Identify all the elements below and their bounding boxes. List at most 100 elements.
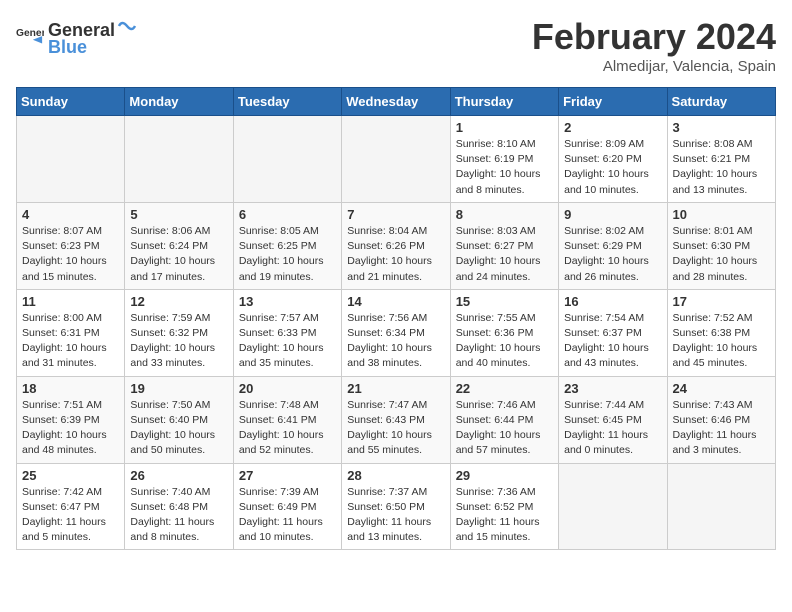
calendar-cell: 23 Sunrise: 7:44 AM Sunset: 6:45 PM Dayli… bbox=[559, 376, 667, 463]
day-info: Sunrise: 7:40 AM Sunset: 6:48 PM Dayligh… bbox=[130, 485, 227, 546]
calendar-week-4: 18Sunrise: 7:51 AM Sunset: 6:39 PM Dayli… bbox=[17, 376, 776, 463]
calendar-cell: 7 Sunrise: 8:04 AM Sunset: 6:26 PM Daylig… bbox=[342, 202, 450, 289]
day-number: 7 bbox=[347, 207, 444, 222]
calendar-cell: 8 Sunrise: 8:03 AM Sunset: 6:27 PM Daylig… bbox=[450, 202, 558, 289]
day-info: Sunrise: 7:56 AM Sunset: 6:34 PM Dayligh… bbox=[347, 311, 444, 372]
calendar-cell: 25Sunrise: 7:42 AM Sunset: 6:47 PM Dayli… bbox=[17, 463, 125, 550]
month-title: February 2024 bbox=[532, 16, 776, 58]
day-number: 4 bbox=[22, 207, 119, 222]
calendar-cell bbox=[667, 463, 775, 550]
calendar-cell bbox=[233, 116, 341, 203]
day-info: Sunrise: 7:47 AM Sunset: 6:43 PM Dayligh… bbox=[347, 398, 444, 459]
weekday-header-saturday: Saturday bbox=[667, 88, 775, 116]
day-number: 28 bbox=[347, 468, 444, 483]
calendar-cell: 27 Sunrise: 7:39 AM Sunset: 6:49 PM Dayli… bbox=[233, 463, 341, 550]
calendar-cell: 6 Sunrise: 8:05 AM Sunset: 6:25 PM Daylig… bbox=[233, 202, 341, 289]
calendar-cell bbox=[125, 116, 233, 203]
day-info: Sunrise: 7:44 AM Sunset: 6:45 PM Dayligh… bbox=[564, 398, 661, 459]
calendar-cell: 18Sunrise: 7:51 AM Sunset: 6:39 PM Dayli… bbox=[17, 376, 125, 463]
day-info: Sunrise: 8:10 AM Sunset: 6:19 PM Dayligh… bbox=[456, 137, 553, 198]
calendar-week-1: 1 Sunrise: 8:10 AM Sunset: 6:19 PM Daylig… bbox=[17, 116, 776, 203]
day-number: 10 bbox=[673, 207, 770, 222]
calendar-cell: 10Sunrise: 8:01 AM Sunset: 6:30 PM Dayli… bbox=[667, 202, 775, 289]
calendar-cell: 2Sunrise: 8:09 AM Sunset: 6:20 PM Daylig… bbox=[559, 116, 667, 203]
day-info: Sunrise: 7:36 AM Sunset: 6:52 PM Dayligh… bbox=[456, 485, 553, 546]
weekday-header-friday: Friday bbox=[559, 88, 667, 116]
calendar-cell bbox=[559, 463, 667, 550]
calendar-cell bbox=[17, 116, 125, 203]
day-number: 24 bbox=[673, 381, 770, 396]
calendar-cell: 28Sunrise: 7:37 AM Sunset: 6:50 PM Dayli… bbox=[342, 463, 450, 550]
calendar-cell: 19 Sunrise: 7:50 AM Sunset: 6:40 PM Dayli… bbox=[125, 376, 233, 463]
day-info: Sunrise: 7:39 AM Sunset: 6:49 PM Dayligh… bbox=[239, 485, 336, 546]
day-info: Sunrise: 7:50 AM Sunset: 6:40 PM Dayligh… bbox=[130, 398, 227, 459]
page-header: General General Blue February 2024 Almed… bbox=[16, 16, 776, 75]
day-number: 26 bbox=[130, 468, 227, 483]
calendar-cell: 20 Sunrise: 7:48 AM Sunset: 6:41 PM Dayli… bbox=[233, 376, 341, 463]
calendar-cell: 5Sunrise: 8:06 AM Sunset: 6:24 PM Daylig… bbox=[125, 202, 233, 289]
calendar-cell: 1 Sunrise: 8:10 AM Sunset: 6:19 PM Daylig… bbox=[450, 116, 558, 203]
calendar-cell: 21 Sunrise: 7:47 AM Sunset: 6:43 PM Dayli… bbox=[342, 376, 450, 463]
day-number: 9 bbox=[564, 207, 661, 222]
day-info: Sunrise: 7:43 AM Sunset: 6:46 PM Dayligh… bbox=[673, 398, 770, 459]
day-number: 1 bbox=[456, 120, 553, 135]
day-info: Sunrise: 8:07 AM Sunset: 6:23 PM Dayligh… bbox=[22, 224, 119, 285]
day-number: 18 bbox=[22, 381, 119, 396]
logo: General General Blue bbox=[16, 16, 139, 58]
calendar-cell: 16 Sunrise: 7:54 AM Sunset: 6:37 PM Dayli… bbox=[559, 289, 667, 376]
day-number: 25 bbox=[22, 468, 119, 483]
day-number: 17 bbox=[673, 294, 770, 309]
weekday-header-sunday: Sunday bbox=[17, 88, 125, 116]
day-number: 29 bbox=[456, 468, 553, 483]
calendar-week-2: 4 Sunrise: 8:07 AM Sunset: 6:23 PM Daylig… bbox=[17, 202, 776, 289]
calendar-week-5: 25Sunrise: 7:42 AM Sunset: 6:47 PM Dayli… bbox=[17, 463, 776, 550]
day-number: 27 bbox=[239, 468, 336, 483]
day-info: Sunrise: 8:05 AM Sunset: 6:25 PM Dayligh… bbox=[239, 224, 336, 285]
calendar-cell: 12 Sunrise: 7:59 AM Sunset: 6:32 PM Dayli… bbox=[125, 289, 233, 376]
weekday-header-tuesday: Tuesday bbox=[233, 88, 341, 116]
calendar-table: SundayMondayTuesdayWednesdayThursdayFrid… bbox=[16, 87, 776, 550]
day-number: 12 bbox=[130, 294, 227, 309]
logo-wave-icon bbox=[117, 16, 137, 36]
day-number: 21 bbox=[347, 381, 444, 396]
day-info: Sunrise: 7:59 AM Sunset: 6:32 PM Dayligh… bbox=[130, 311, 227, 372]
day-number: 11 bbox=[22, 294, 119, 309]
weekday-header-monday: Monday bbox=[125, 88, 233, 116]
day-info: Sunrise: 7:52 AM Sunset: 6:38 PM Dayligh… bbox=[673, 311, 770, 372]
weekday-header-row: SundayMondayTuesdayWednesdayThursdayFrid… bbox=[17, 88, 776, 116]
day-info: Sunrise: 8:09 AM Sunset: 6:20 PM Dayligh… bbox=[564, 137, 661, 198]
day-number: 8 bbox=[456, 207, 553, 222]
day-number: 14 bbox=[347, 294, 444, 309]
calendar-cell: 22Sunrise: 7:46 AM Sunset: 6:44 PM Dayli… bbox=[450, 376, 558, 463]
calendar-cell: 17 Sunrise: 7:52 AM Sunset: 6:38 PM Dayli… bbox=[667, 289, 775, 376]
day-number: 23 bbox=[564, 381, 661, 396]
day-number: 3 bbox=[673, 120, 770, 135]
calendar-cell: 4 Sunrise: 8:07 AM Sunset: 6:23 PM Daylig… bbox=[17, 202, 125, 289]
day-number: 20 bbox=[239, 381, 336, 396]
title-section: February 2024 Almedijar, Valencia, Spain bbox=[532, 16, 776, 75]
calendar-cell: 11Sunrise: 8:00 AM Sunset: 6:31 PM Dayli… bbox=[17, 289, 125, 376]
day-info: Sunrise: 8:03 AM Sunset: 6:27 PM Dayligh… bbox=[456, 224, 553, 285]
day-number: 5 bbox=[130, 207, 227, 222]
calendar-cell bbox=[342, 116, 450, 203]
day-info: Sunrise: 8:02 AM Sunset: 6:29 PM Dayligh… bbox=[564, 224, 661, 285]
calendar-week-3: 11Sunrise: 8:00 AM Sunset: 6:31 PM Dayli… bbox=[17, 289, 776, 376]
day-info: Sunrise: 7:54 AM Sunset: 6:37 PM Dayligh… bbox=[564, 311, 661, 372]
day-info: Sunrise: 8:08 AM Sunset: 6:21 PM Dayligh… bbox=[673, 137, 770, 198]
logo-icon: General bbox=[16, 23, 44, 51]
location-subtitle: Almedijar, Valencia, Spain bbox=[532, 58, 776, 75]
day-number: 15 bbox=[456, 294, 553, 309]
weekday-header-thursday: Thursday bbox=[450, 88, 558, 116]
day-number: 19 bbox=[130, 381, 227, 396]
day-info: Sunrise: 7:48 AM Sunset: 6:41 PM Dayligh… bbox=[239, 398, 336, 459]
day-number: 16 bbox=[564, 294, 661, 309]
calendar-cell: 13Sunrise: 7:57 AM Sunset: 6:33 PM Dayli… bbox=[233, 289, 341, 376]
calendar-cell: 26 Sunrise: 7:40 AM Sunset: 6:48 PM Dayli… bbox=[125, 463, 233, 550]
day-info: Sunrise: 8:04 AM Sunset: 6:26 PM Dayligh… bbox=[347, 224, 444, 285]
day-info: Sunrise: 7:46 AM Sunset: 6:44 PM Dayligh… bbox=[456, 398, 553, 459]
calendar-cell: 15 Sunrise: 7:55 AM Sunset: 6:36 PM Dayli… bbox=[450, 289, 558, 376]
day-number: 6 bbox=[239, 207, 336, 222]
calendar-cell: 3 Sunrise: 8:08 AM Sunset: 6:21 PM Daylig… bbox=[667, 116, 775, 203]
weekday-header-wednesday: Wednesday bbox=[342, 88, 450, 116]
day-info: Sunrise: 7:55 AM Sunset: 6:36 PM Dayligh… bbox=[456, 311, 553, 372]
